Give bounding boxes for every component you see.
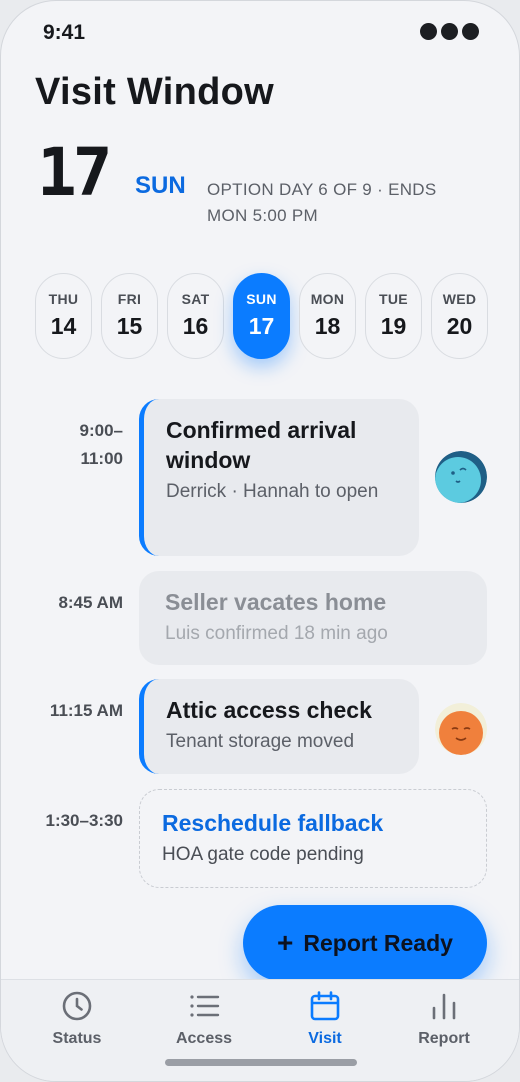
day-selector: THU 14 FRI 15 SAT 16 SUN 17 MON 18 TUE 1… [35,273,488,359]
tab-access[interactable]: Access [149,990,259,1060]
phone-screen: 9:41 Visit Window 17 SUN OPTION DAY 6 OF… [0,0,520,1082]
day-pill-number: 17 [248,313,275,339]
tab-bar: Status Access Visit Report [1,979,519,1081]
status-dot-icon [420,23,437,40]
day-pill-dow: SUN [246,291,277,307]
report-ready-button[interactable]: + Report Ready [243,905,487,981]
plus-icon: + [277,927,294,958]
tab-status[interactable]: Status [22,990,132,1060]
clock-icon [62,991,92,1021]
report-ready-label: Report Ready [303,929,453,956]
tab-label: Status [52,1030,102,1047]
day-pill-dow: THU [48,291,79,307]
day-pill-dow: FRI [117,291,142,307]
day-pill-dow: TUE [379,291,408,307]
event-card-seller-vacates[interactable]: Seller vacates home Luis confirmed 18 mi… [139,571,487,665]
event-time: 1:30–3:30 [45,811,123,830]
tab-label: Visit [308,1030,342,1047]
orange-avatar-icon [435,703,487,755]
event-title: Seller vacates home [165,589,387,615]
tab-visit[interactable]: Visit [270,990,380,1060]
event-card-reschedule-fallback[interactable]: Reschedule fallback HOA gate code pendin… [139,789,487,888]
avatar[interactable] [435,703,487,755]
event-time: 11:15 AM [49,701,123,720]
day-pill-sat[interactable]: SAT 16 [167,273,224,359]
home-indicator[interactable] [165,1059,357,1066]
status-dot-icon [462,23,479,40]
day-pill-dow: WED [442,291,477,307]
status-dot-icon [441,23,458,40]
option-period-subtitle: OPTION DAY 6 OF 9 · ENDS MON 5:00 PM [207,180,437,225]
bar-chart-icon [432,993,456,1020]
day-pill-number: 20 [446,313,473,339]
day-pill-fri[interactable]: FRI 15 [101,273,158,359]
event-title: Confirmed arrival window [166,417,357,473]
day-pill-number: 15 [116,313,143,339]
page-title: Visit Window [35,71,275,113]
status-bar: 9:41 [1,1,519,65]
list-icon [190,995,220,1017]
day-pill-number: 16 [182,313,209,339]
date-number: 17 [37,134,113,211]
day-pill-thu[interactable]: THU 14 [35,273,92,359]
tab-label: Report [418,1030,470,1047]
event-title: Attic access check [166,697,372,723]
event-card-arrival-window[interactable]: Confirmed arrival window Derrick · Hanna… [139,399,419,556]
tab-label: Access [175,1030,233,1047]
status-time: 9:41 [43,21,86,44]
day-pill-wed[interactable]: WED 20 [431,273,488,359]
event-time: 8:45 AM [58,593,123,612]
avatar[interactable] [435,451,487,503]
calendar-icon [310,991,340,1021]
day-pill-mon[interactable]: MON 18 [299,273,356,359]
day-pill-dow: SAT [181,291,210,307]
event-card-attic-check[interactable]: Attic access check Tenant storage moved [139,679,419,774]
event-time-end: 11:00 [80,449,123,468]
event-time-start: 9:00– [79,421,123,440]
day-pill-sun-selected[interactable]: SUN 17 [233,273,290,359]
day-pill-dow: MON [310,291,345,307]
day-pill-number: 14 [50,313,77,339]
event-subtitle: Derrick · Hannah to open [166,481,379,502]
event-title: Reschedule fallback [162,810,384,836]
event-subtitle: HOA gate code pending [162,844,364,865]
day-pill-number: 18 [314,313,341,339]
event-time: 9:00– 11:00 [33,417,123,473]
event-subtitle: Tenant storage moved [166,731,355,752]
day-pill-number: 19 [380,313,407,339]
event-subtitle: Luis confirmed 18 min ago [165,623,388,644]
day-pill-tue[interactable]: TUE 19 [365,273,422,359]
date-day-of-week: SUN [135,172,186,199]
teal-avatar-icon [435,451,487,503]
status-indicators [420,23,479,40]
tab-report[interactable]: Report [389,990,499,1060]
